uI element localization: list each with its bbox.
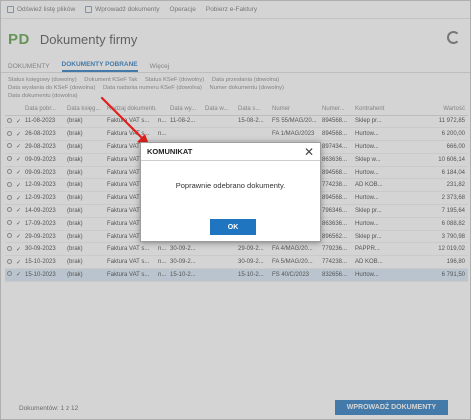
message-dialog: KOMUNIKAT ✕ Poprawnie odebrano dokumenty… xyxy=(140,142,321,242)
close-icon[interactable]: ✕ xyxy=(304,146,314,158)
ok-button[interactable]: OK xyxy=(210,219,256,235)
dialog-header: KOMUNIKAT ✕ xyxy=(141,143,320,161)
dialog-message: Poprawnie odebrano dokumenty. xyxy=(175,181,286,190)
dialog-title: KOMUNIKAT xyxy=(147,147,193,156)
